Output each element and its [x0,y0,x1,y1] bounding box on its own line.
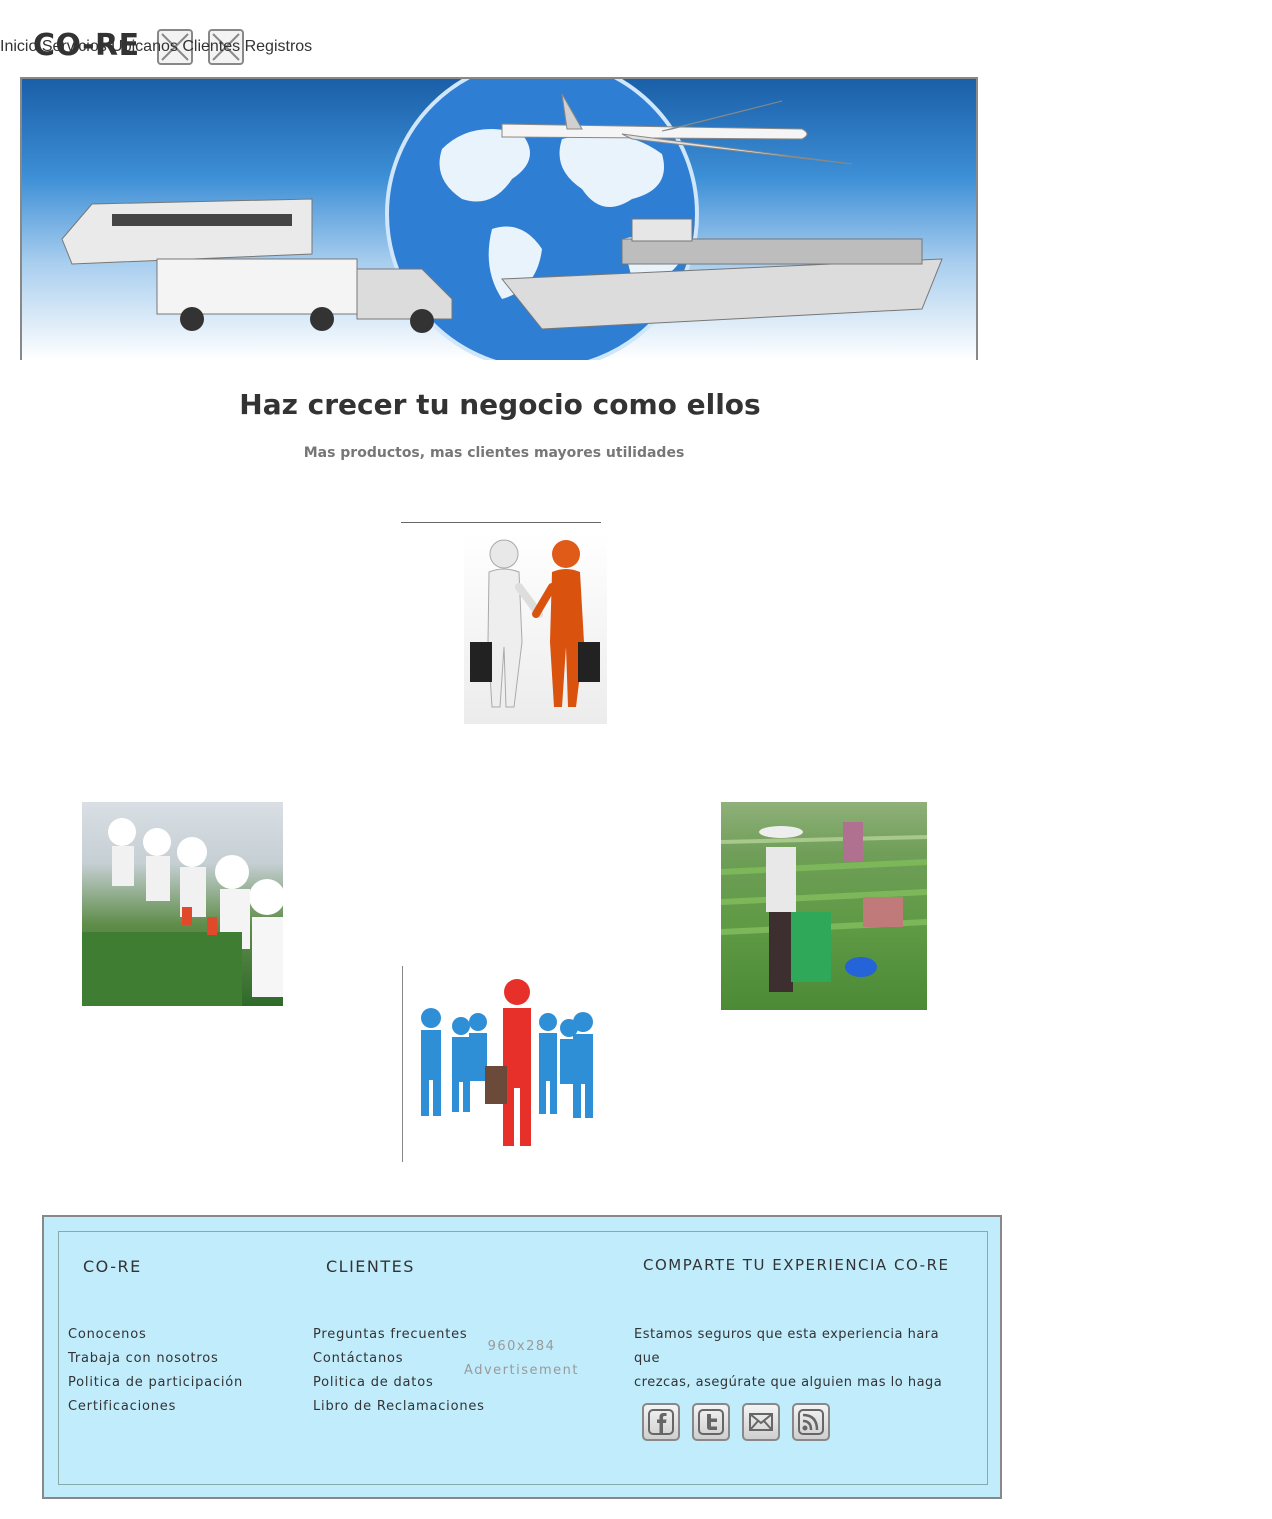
footer-col2-title: CLIENTES [326,1257,415,1276]
nav-ubicanos[interactable]: Ubicanos [111,38,178,55]
rss-icon[interactable] [792,1403,830,1441]
footer-link-politica-datos[interactable]: Politica de datos [313,1375,434,1390]
ad-size: 960x284 [487,1339,556,1354]
nav-inicio[interactable]: Inicio [0,38,37,55]
hero-banner-image [20,77,978,360]
footer-col3-text-line2: crezcas, asegúrate que alguien mas lo ha… [634,1375,943,1390]
footer-col3-title: COMPARTE TU EXPERIENCIA CO-RE [643,1256,950,1274]
footer-col3-text-line1: Estamos seguros que esta experiencia har… [634,1327,940,1366]
footer-link-preguntas[interactable]: Preguntas frecuentes [313,1327,468,1342]
footer-link-certificaciones[interactable]: Certificaciones [68,1399,176,1414]
handshake-image [464,532,607,724]
page-subheading: Mas productos, mas clientes mayores util… [303,445,685,461]
footer-col1-title: CO-RE [83,1257,142,1276]
mail-icon[interactable] [742,1403,780,1441]
factory-workers-image [82,802,283,1006]
business-team-image [402,966,606,1162]
nav-clientes[interactable]: Clientes [182,38,240,55]
nav-registros[interactable]: Registros [245,38,313,55]
footer: CO-RE Conocenos Trabaja con nosotros Pol… [42,1215,1002,1499]
farmers-field-image [721,802,927,1010]
footer-col3-text: Estamos seguros que esta experiencia har… [634,1323,964,1395]
footer-link-conocenos[interactable]: Conocenos [68,1327,147,1342]
twitter-icon[interactable] [692,1403,730,1441]
footer-link-reclamaciones[interactable]: Libro de Reclamaciones [313,1399,485,1414]
footer-link-trabaja[interactable]: Trabaja con nosotros [68,1351,219,1366]
ad-placeholder: 960x284 Advertisement [454,1335,589,1383]
facebook-icon[interactable] [642,1403,680,1441]
footer-link-politica-participacion[interactable]: Politica de participación [68,1375,243,1390]
footer-link-contactanos[interactable]: Contáctanos [313,1351,403,1366]
divider [401,522,601,523]
main-nav: Inicio Servicios Ubicanos Clientes Regis… [0,38,1000,60]
page-heading: Haz crecer tu negocio como ellos [239,388,761,421]
ad-label: Advertisement [464,1363,579,1378]
nav-servicios[interactable]: Servicios [42,38,107,55]
